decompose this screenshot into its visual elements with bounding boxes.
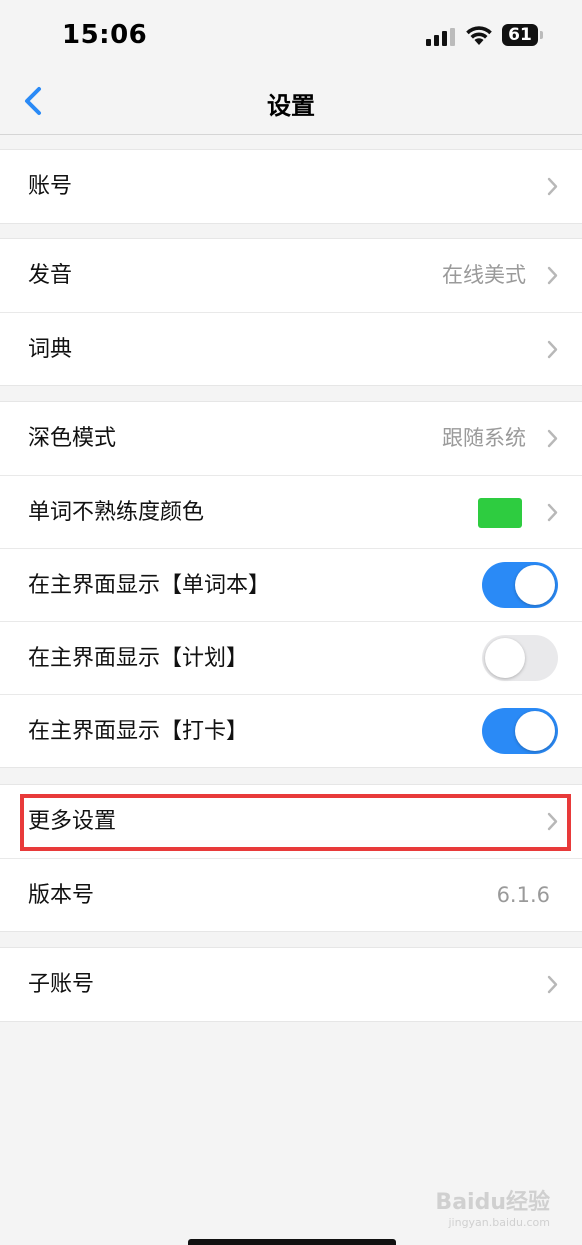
navigation-bar: 设置: [0, 72, 582, 135]
row-label: 单词不熟练度颜色: [28, 500, 205, 525]
page-title: 设置: [267, 92, 315, 120]
row-value: 在线美式: [442, 263, 526, 287]
battery-indicator: 61: [502, 24, 538, 46]
color-swatch: [478, 498, 522, 528]
row-label: 更多设置: [28, 809, 117, 834]
settings-row-version: 版本号 6.1.6: [0, 858, 582, 931]
row-label: 词典: [28, 337, 73, 362]
chevron-right-icon: [547, 812, 558, 831]
settings-row-subaccount[interactable]: 子账号: [0, 948, 582, 1021]
settings-row-pronunciation[interactable]: 发音 在线美式: [0, 239, 582, 312]
settings-group-more: 更多设置 版本号 6.1.6: [0, 784, 582, 932]
battery-cap: [540, 31, 543, 39]
settings-group-display: 深色模式 跟随系统 单词不熟练度颜色 在主界面显示【单词本】 在主界面显示【计划…: [0, 401, 582, 768]
chevron-right-icon: [547, 975, 558, 994]
chevron-right-icon: [547, 429, 558, 448]
row-label: 在主界面显示【单词本】: [28, 573, 271, 598]
toggle-switch-wordbook[interactable]: [482, 562, 558, 608]
cellular-signal-icon: [426, 28, 455, 46]
toggle-knob: [515, 565, 555, 605]
toggle-knob: [515, 711, 555, 751]
row-label: 版本号: [28, 883, 95, 908]
settings-row-dictionary[interactable]: 词典: [0, 312, 582, 385]
settings-row-dark-mode[interactable]: 深色模式 跟随系统: [0, 402, 582, 475]
settings-row-show-wordbook: 在主界面显示【单词本】: [0, 548, 582, 621]
settings-row-show-plan: 在主界面显示【计划】: [0, 621, 582, 694]
watermark-subtext: jingyan.baidu.com: [448, 1216, 550, 1229]
row-label: 发音: [28, 263, 73, 288]
row-label: 深色模式: [28, 426, 117, 451]
row-value: 跟随系统: [442, 426, 526, 450]
toggle-switch-checkin[interactable]: [482, 708, 558, 754]
settings-group-subaccount: 子账号: [0, 947, 582, 1022]
watermark: Baidu经验 jingyan.baidu.com: [435, 1184, 550, 1229]
toggle-knob: [485, 638, 525, 678]
chevron-right-icon: [547, 340, 558, 359]
row-label: 在主界面显示【打卡】: [28, 719, 249, 744]
row-label: 子账号: [28, 972, 95, 997]
chevron-right-icon: [547, 177, 558, 196]
watermark-text: Baidu经验: [435, 1190, 550, 1215]
status-bar: 15:06 61: [0, 0, 582, 72]
home-indicator: [188, 1239, 396, 1245]
settings-row-unfamiliar-color[interactable]: 单词不熟练度颜色: [0, 475, 582, 548]
chevron-right-icon: [547, 266, 558, 285]
status-time: 15:06: [62, 20, 148, 50]
settings-row-show-checkin: 在主界面显示【打卡】: [0, 694, 582, 767]
row-label: 在主界面显示【计划】: [28, 646, 249, 671]
settings-group-account: 账号: [0, 149, 582, 224]
settings-group-audio: 发音 在线美式 词典: [0, 238, 582, 386]
wifi-icon: [466, 26, 492, 45]
toggle-switch-plan[interactable]: [482, 635, 558, 681]
version-value: 6.1.6: [496, 883, 550, 907]
chevron-right-icon: [547, 503, 558, 522]
settings-row-more-settings[interactable]: 更多设置: [0, 785, 582, 858]
row-label: 账号: [28, 174, 73, 199]
settings-row-account[interactable]: 账号: [0, 150, 582, 223]
